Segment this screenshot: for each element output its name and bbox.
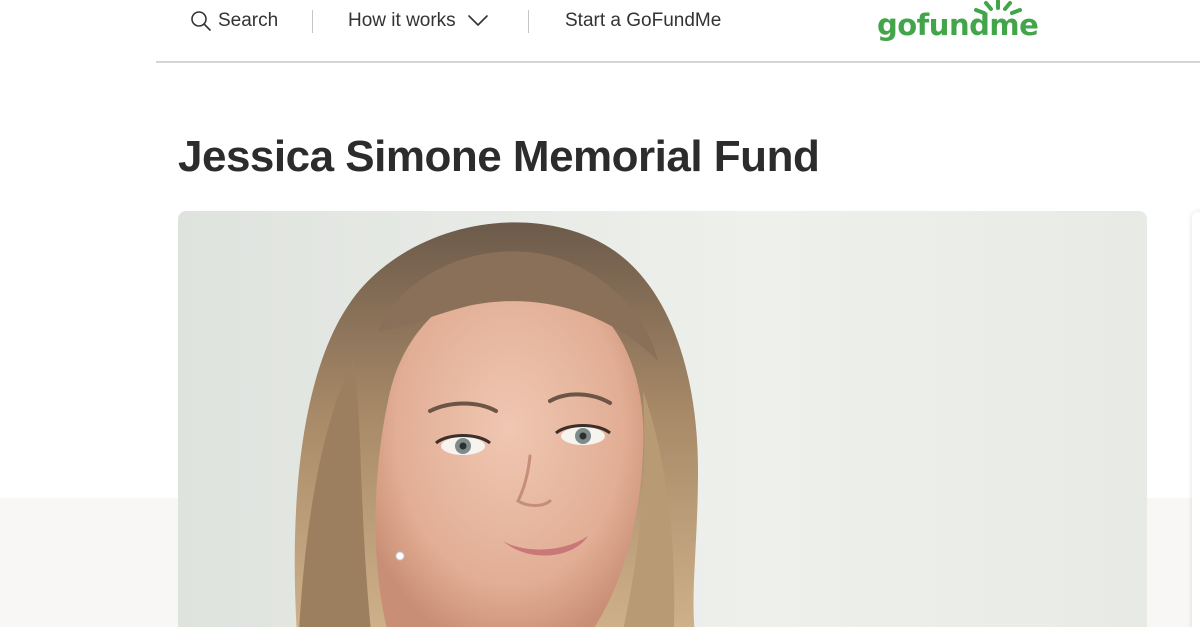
how-it-works-nav-label: How it works bbox=[348, 10, 456, 31]
search-nav-button[interactable]: Search bbox=[190, 6, 278, 36]
start-gofundme-nav-link[interactable]: Start a GoFundMe bbox=[565, 6, 721, 36]
page: Search How it works Start a GoFundMe gof… bbox=[0, 0, 1200, 627]
search-icon bbox=[190, 10, 212, 32]
campaign-title: Jessica Simone Memorial Fund bbox=[178, 132, 820, 181]
how-it-works-nav-button[interactable]: How it works bbox=[348, 6, 488, 36]
logo-wordmark: gofundme bbox=[877, 8, 1039, 42]
nav-divider bbox=[528, 10, 529, 33]
chevron-down-icon bbox=[467, 15, 488, 27]
search-nav-label: Search bbox=[218, 10, 279, 31]
nav-divider bbox=[312, 10, 313, 33]
donation-side-card bbox=[1192, 212, 1200, 627]
site-header: Search How it works Start a GoFundMe gof… bbox=[156, 0, 1200, 63]
campaign-photo[interactable] bbox=[178, 211, 1147, 627]
start-gofundme-label: Start a GoFundMe bbox=[565, 10, 722, 31]
gofundme-logo[interactable]: gofundme bbox=[877, 0, 1039, 48]
